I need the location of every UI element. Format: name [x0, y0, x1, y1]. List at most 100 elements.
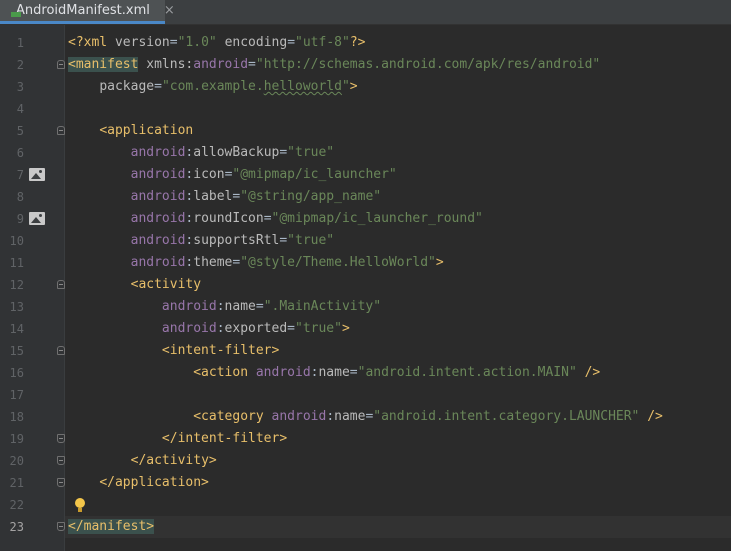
code-line[interactable]: 13 android:name=".MainActivity": [0, 296, 731, 318]
code-line[interactable]: 21 </application>: [0, 472, 731, 494]
code-token: roundIcon: [193, 211, 264, 226]
code-text: <intent-filter>: [68, 340, 279, 362]
code-line[interactable]: 12 <activity: [0, 274, 731, 296]
current-line-highlight: [65, 516, 731, 538]
code-text: android:name=".MainActivity": [68, 296, 381, 318]
code-token: android: [271, 409, 327, 424]
fold-marker-icon[interactable]: [57, 126, 65, 135]
code-line[interactable]: 5 <application: [0, 120, 731, 142]
code-token: "@mipmap/ic_launcher": [232, 167, 397, 182]
fold-marker-icon[interactable]: [57, 522, 65, 531]
line-number: 11: [9, 256, 24, 270]
fold-marker-icon[interactable]: [57, 456, 65, 465]
line-number: 9: [16, 212, 24, 226]
code-line[interactable]: 4: [0, 98, 731, 120]
code-token: version: [114, 35, 170, 50]
code-token: >: [349, 79, 358, 94]
code-line[interactable]: 8 android:label="@string/app_name": [0, 186, 731, 208]
image-preview-icon[interactable]: [29, 168, 45, 181]
code-token: android: [193, 57, 249, 72]
code-token: <action: [193, 365, 256, 380]
code-token: ?>: [349, 35, 366, 50]
line-number: 16: [9, 366, 24, 380]
code-token: "true": [295, 321, 342, 336]
code-line[interactable]: 3 package="com.example.helloworld">: [0, 76, 731, 98]
code-token: ".MainActivity": [263, 299, 382, 314]
code-token: <intent-filter>: [161, 343, 280, 358]
code-line[interactable]: 15 <intent-filter>: [0, 340, 731, 362]
code-line[interactable]: 17: [0, 384, 731, 406]
code-token: supportsRtl: [193, 233, 280, 248]
code-line[interactable]: 16 <action android:name="android.intent.…: [0, 362, 731, 384]
line-number: 19: [9, 432, 24, 446]
code-line[interactable]: 9 android:roundIcon="@mipmap/ic_launcher…: [0, 208, 731, 230]
lightbulb-icon[interactable]: [75, 498, 85, 512]
code-token: =: [287, 321, 295, 336]
line-number: 22: [9, 498, 24, 512]
line-number: 17: [9, 388, 24, 402]
code-token: theme: [193, 255, 233, 270]
line-number: 1: [16, 36, 24, 50]
code-text: android:label="@string/app_name": [68, 186, 381, 208]
tab-androidmanifest[interactable]: AndroidManifest.xml ×: [0, 0, 175, 24]
code-line[interactable]: 20 </activity>: [0, 450, 731, 472]
code-token: </application>: [99, 475, 209, 490]
line-number: 14: [9, 322, 24, 336]
code-token: <application: [99, 123, 194, 138]
code-line[interactable]: 23 </manifest>: [0, 516, 731, 538]
code-token: =: [287, 35, 296, 50]
fold-marker-icon[interactable]: [57, 434, 65, 443]
fold-marker-icon[interactable]: [57, 346, 65, 355]
code-token: android: [130, 145, 186, 160]
fold-marker-icon[interactable]: [57, 478, 65, 487]
code-token: "http://schemas.android.com/apk/res/andr…: [255, 57, 601, 72]
fold-marker-icon[interactable]: [57, 280, 65, 289]
code-line[interactable]: 11 android:theme="@style/Theme.HelloWorl…: [0, 252, 731, 274]
code-token: xmlns:: [146, 57, 194, 72]
code-line[interactable]: 22: [0, 494, 731, 516]
line-number: 4: [16, 102, 24, 116]
code-token: >: [435, 255, 444, 270]
code-line[interactable]: 18 <category android:name="android.inten…: [0, 406, 731, 428]
code-token: "true": [287, 145, 335, 160]
code-line[interactable]: 14 android:exported="true">: [0, 318, 731, 340]
line-number: 7: [16, 168, 24, 182]
line-number: 12: [9, 278, 24, 292]
code-line[interactable]: 6 android:allowBackup="true": [0, 142, 731, 164]
code-line[interactable]: 10 android:supportsRtl="true": [0, 230, 731, 252]
code-line[interactable]: 7 android:icon="@mipmap/ic_launcher": [0, 164, 731, 186]
code-token: <?xml: [68, 35, 115, 50]
code-text: android:icon="@mipmap/ic_launcher": [68, 164, 397, 186]
tab-title: AndroidManifest.xml: [16, 3, 150, 18]
code-token: />: [584, 365, 601, 380]
line-number: 2: [16, 58, 24, 72]
code-token: package: [99, 79, 155, 94]
code-token: "utf-8": [295, 35, 350, 50]
code-token: "@mipmap/ic_launcher_round": [271, 211, 483, 226]
code-line[interactable]: 1 <?xml version="1.0" encoding="utf-8"?>: [0, 32, 731, 54]
code-line[interactable]: 2 <manifest xmlns:android="http://schemas…: [0, 54, 731, 76]
code-token: "com.example.: [161, 79, 264, 94]
code-line[interactable]: 19 </intent-filter>: [0, 428, 731, 450]
code-text: package="com.example.helloworld">: [68, 76, 358, 98]
close-icon[interactable]: ×: [164, 3, 175, 18]
code-token: android: [161, 299, 217, 314]
line-number: 8: [16, 190, 24, 204]
image-preview-icon[interactable]: [29, 212, 45, 225]
line-number: 10: [9, 234, 24, 248]
code-token: =: [263, 211, 272, 226]
code-token: android: [130, 189, 186, 204]
code-token: =: [154, 79, 162, 94]
code-token: name: [318, 365, 350, 380]
fold-marker-icon[interactable]: [57, 60, 65, 69]
